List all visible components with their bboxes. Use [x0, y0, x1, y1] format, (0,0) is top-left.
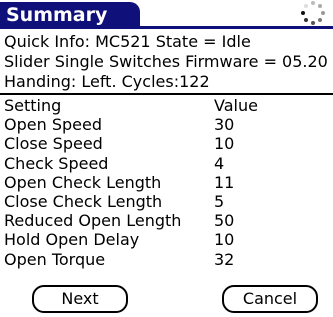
setting-name: Reduced Open Length	[4, 211, 182, 231]
setting-value: 11	[214, 172, 235, 192]
table-row: Check Speed 4	[4, 154, 329, 173]
setting-column-header: Setting	[4, 96, 62, 115]
setting-value: 32	[214, 249, 235, 269]
table-row: Close Speed 10	[4, 134, 329, 153]
title-underline	[0, 26, 333, 29]
value-column-header: Value	[214, 96, 258, 115]
next-button[interactable]: Next	[32, 285, 128, 313]
table-header: Setting Value	[4, 96, 329, 115]
setting-value: 10	[214, 134, 235, 154]
setting-value: 4	[214, 153, 225, 173]
setting-value: 5	[214, 191, 225, 211]
setting-name: Open Torque	[4, 249, 106, 269]
title-bar: Summary	[0, 0, 333, 30]
setting-name: Close Check Length	[4, 191, 163, 211]
handing-line: Handing: Left. Cycles:122	[4, 72, 210, 91]
setting-value: 30	[214, 115, 235, 135]
setting-value: 10	[214, 230, 235, 250]
settings-table: Setting Value Open Speed 30 Close Speed …	[4, 96, 329, 269]
table-row: Open Speed 30	[4, 115, 329, 134]
setting-value: 50	[214, 211, 235, 231]
table-row: Open Torque 32	[4, 250, 329, 269]
separator	[0, 93, 333, 95]
setting-name: Close Speed	[4, 134, 103, 154]
table-row: Hold Open Delay 10	[4, 230, 329, 249]
table-row: Reduced Open Length 50	[4, 211, 329, 230]
setting-name: Check Speed	[4, 153, 109, 173]
setting-name: Hold Open Delay	[4, 230, 140, 250]
setting-name: Open Speed	[4, 115, 102, 135]
cancel-button[interactable]: Cancel	[222, 285, 318, 313]
table-row: Close Check Length 5	[4, 192, 329, 211]
spinner-icon	[301, 1, 325, 25]
firmware-line: Slider Single Switches Firmware = 05.20	[4, 52, 328, 71]
form-title: Summary	[0, 2, 140, 28]
table-row: Open Check Length 11	[4, 173, 329, 192]
setting-name: Open Check Length	[4, 172, 162, 192]
quick-info-line: Quick Info: MC521 State = Idle	[4, 32, 251, 51]
